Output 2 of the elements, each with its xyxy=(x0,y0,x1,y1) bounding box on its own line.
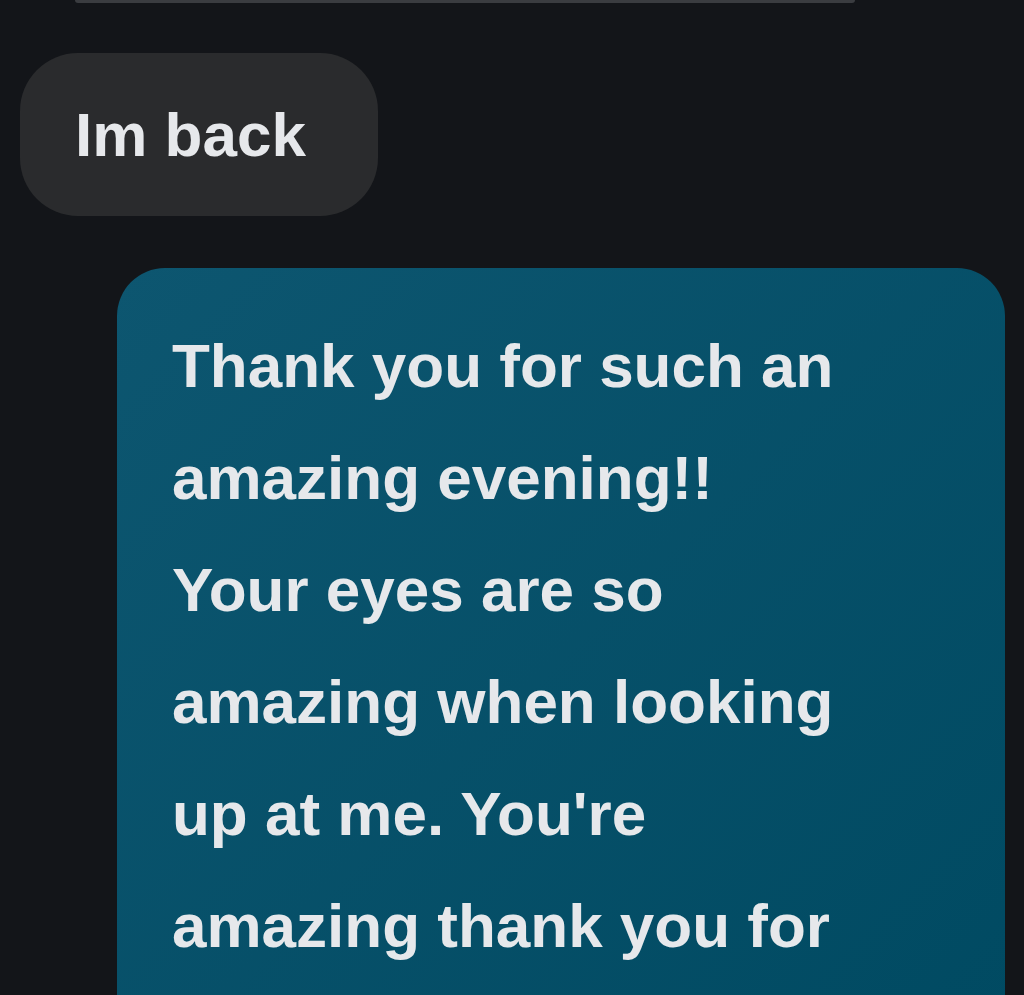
received-message: Im back xyxy=(20,53,378,216)
sent-message: Thank you for such an amazing evening!! Your eyes are so amazing when looking up at me. You're amazing thank you for xyxy=(117,268,1005,995)
